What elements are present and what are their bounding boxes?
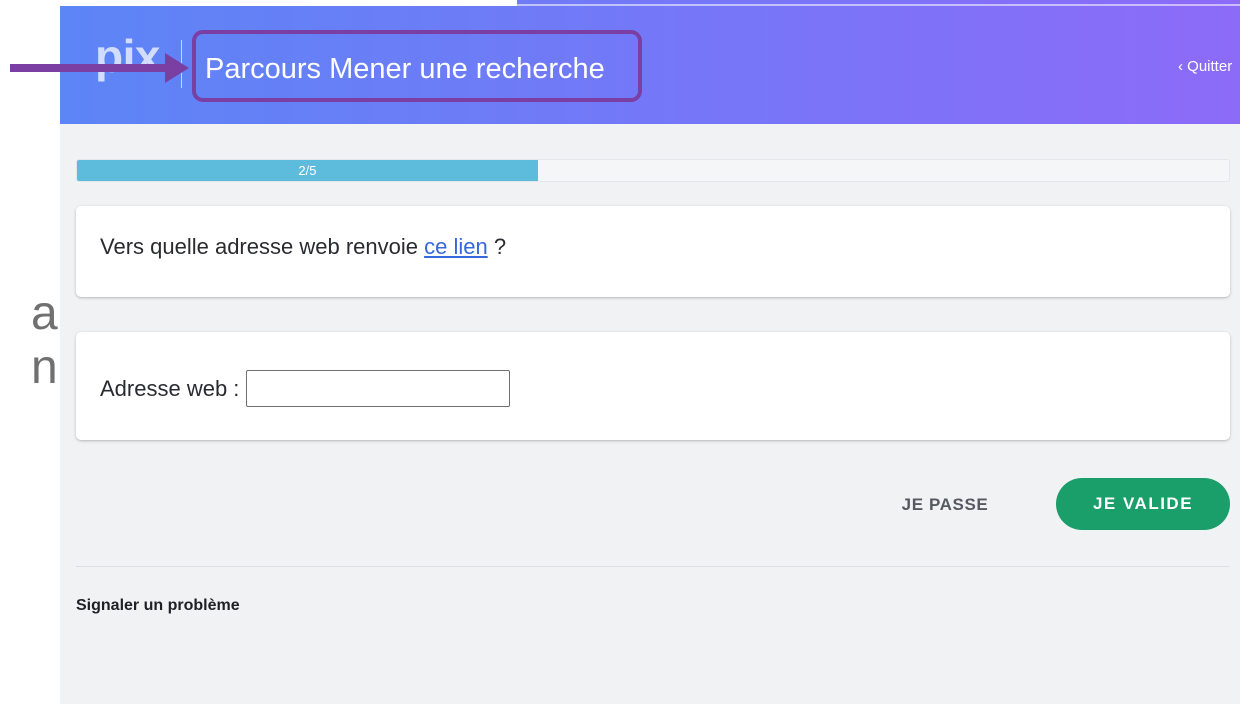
question-text: Vers quelle adresse web renvoie ce lien …	[100, 233, 506, 261]
top-line	[517, 4, 1240, 6]
chevron-left-icon: ‹	[1178, 58, 1183, 75]
question-link[interactable]: ce lien	[424, 234, 488, 259]
pix-app-screenshot: pix Parcours Mener une recherche ‹ Quitt…	[60, 0, 1240, 704]
quit-label: Quitter	[1187, 58, 1233, 75]
slide-text-fragment: a	[31, 287, 58, 340]
progress-bar: 2/5	[76, 159, 1230, 182]
progress-fill: 2/5	[77, 160, 538, 181]
validate-button[interactable]: JE VALIDE	[1056, 478, 1230, 530]
arrow-head	[165, 53, 189, 83]
arrow-shaft	[10, 64, 168, 72]
report-problem-link[interactable]: Signaler un problème	[76, 596, 240, 616]
question-suffix: ?	[493, 234, 507, 259]
answer-card: Adresse web :	[76, 332, 1230, 440]
question-card: Vers quelle adresse web renvoie ce lien …	[76, 206, 1230, 297]
skip-button[interactable]: JE PASSE	[897, 492, 993, 518]
question-prefix: Vers quelle adresse web renvoie	[100, 234, 418, 259]
title-highlight-box	[192, 30, 642, 102]
quit-link[interactable]: ‹ Quitter	[1178, 57, 1232, 77]
arrow-right-icon	[10, 53, 189, 83]
top-strip	[60, 0, 517, 6]
slide-canvas: a n pix Parcours Mener une recherche ‹ Q…	[0, 0, 1240, 704]
slide-text-fragment: n	[31, 341, 58, 394]
web-address-input[interactable]	[246, 370, 510, 407]
web-address-label: Adresse web :	[100, 376, 240, 401]
progress-label: 2/5	[298, 163, 317, 178]
footer-divider	[76, 566, 1230, 567]
